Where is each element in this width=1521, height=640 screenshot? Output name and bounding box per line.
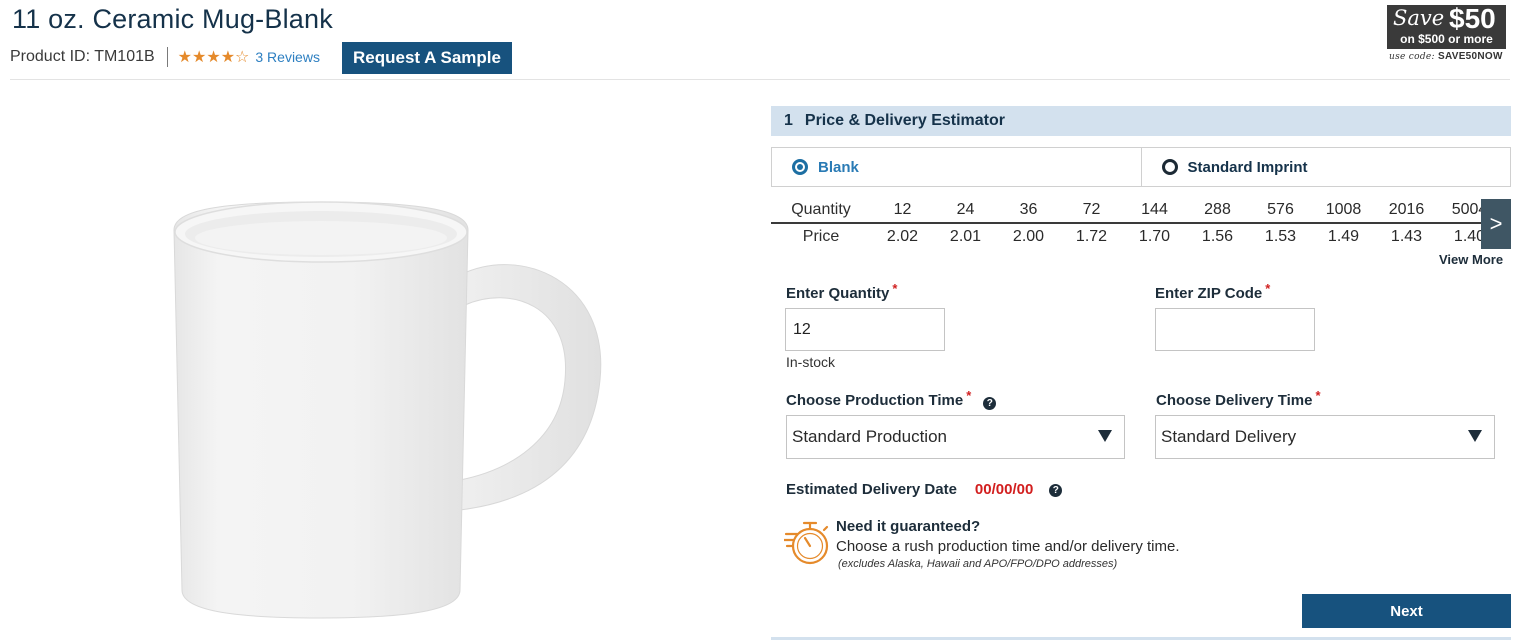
- product-meta: Product ID: TM101B ★ ★ ★ ★ ☆ 3 Reviews: [10, 47, 320, 67]
- zip-label: Enter ZIP Code *: [1155, 281, 1270, 302]
- product-image[interactable]: [160, 190, 620, 630]
- step-number: 1: [784, 112, 793, 129]
- mug-illustration: [173, 201, 602, 619]
- promo-code: use code: SAVE50NOW: [1389, 51, 1503, 62]
- enter-quantity-text: Enter Quantity: [786, 285, 890, 302]
- estimated-delivery: Estimated Delivery Date 00/00/00 ?: [786, 481, 1063, 498]
- required-mark: *: [892, 281, 898, 296]
- price-cell: 1.72: [1075, 227, 1108, 245]
- caret-down-icon: [1098, 430, 1112, 442]
- required-mark: *: [966, 388, 972, 403]
- quantity-cell: 288: [1204, 201, 1231, 218]
- production-time-label: Choose Production Time *?: [786, 388, 997, 410]
- request-sample-button[interactable]: Request A Sample: [342, 42, 512, 74]
- quantity-cell: 144: [1141, 201, 1168, 218]
- price-cell: 2.00: [1012, 227, 1045, 245]
- delivery-time-label: Choose Delivery Time *: [1156, 388, 1321, 409]
- promo-code-value: SAVE50NOW: [1437, 51, 1503, 62]
- quantity-header: Quantity: [791, 201, 851, 218]
- imprint-options: Blank Standard Imprint: [771, 147, 1511, 187]
- promo-amount: $50: [1449, 3, 1496, 34]
- rating-stars[interactable]: ★ ★ ★ ★ ☆: [178, 47, 250, 67]
- option-standard-imprint[interactable]: Standard Imprint: [1140, 148, 1511, 186]
- help-icon[interactable]: ?: [983, 397, 997, 410]
- quantity-cell: 1008: [1325, 201, 1362, 218]
- help-icon[interactable]: ?: [1049, 484, 1063, 497]
- product-title: 11 oz. Ceramic Mug-Blank: [12, 4, 333, 34]
- meta-divider: [166, 47, 168, 67]
- quantity-row: Quantity 12 24 36 72 144 288 576 1008 20…: [771, 198, 1511, 224]
- quantity-input[interactable]: [785, 308, 945, 351]
- quantity-cell: 72: [1082, 201, 1101, 218]
- promo-badge[interactable]: Save $50 on $500 or more: [1387, 3, 1506, 49]
- zip-label-text: Enter ZIP Code: [1155, 285, 1263, 302]
- estimator-header: 1 Price & Delivery Estimator: [771, 106, 1511, 136]
- option-blank[interactable]: Blank: [772, 148, 1141, 186]
- production-time-text: Choose Production Time: [786, 392, 964, 409]
- estimated-delivery-label: Estimated Delivery Date: [786, 481, 957, 498]
- required-mark: *: [1265, 281, 1271, 296]
- price-header: Price: [802, 227, 840, 245]
- quantity-cell: 576: [1267, 201, 1294, 218]
- price-cell: 1.49: [1327, 227, 1360, 245]
- promo-save-text: Save: [1393, 6, 1445, 30]
- guarantee-note: (excludes Alaska, Hawaii and APO/FPO/DPO…: [838, 558, 1118, 570]
- zip-input[interactable]: [1155, 308, 1315, 351]
- star-icon: ★: [192, 49, 207, 66]
- star-icon: ★: [220, 49, 236, 66]
- delivery-time-select[interactable]: Standard Delivery: [1155, 415, 1495, 459]
- star-half-icon: ☆: [235, 49, 250, 66]
- production-time-value: Standard Production: [792, 427, 947, 446]
- estimator-title: Price & Delivery Estimator: [804, 112, 1005, 129]
- price-cell: 1.53: [1264, 227, 1297, 245]
- promo-condition: on $500 or more: [1400, 32, 1493, 46]
- caret-down-icon: [1468, 430, 1482, 442]
- price-table: Quantity 12 24 36 72 144 288 576 1008 20…: [771, 198, 1511, 249]
- price-row: Price 2.02 2.01 2.00 1.72 1.70 1.56 1.53…: [771, 224, 1511, 249]
- guarantee-title: Need it guaranteed?: [836, 518, 981, 535]
- quantity-cell: 24: [956, 201, 975, 218]
- delivery-time-text: Choose Delivery Time: [1156, 392, 1313, 409]
- price-cell: 1.56: [1201, 227, 1234, 245]
- quantity-cell: 36: [1019, 201, 1038, 218]
- quantity-cell: 2016: [1388, 201, 1425, 218]
- option-standard-imprint-label: Standard Imprint: [1187, 158, 1308, 176]
- guarantee-text: Choose a rush production time and/or del…: [836, 538, 1180, 555]
- chevron-right-icon[interactable]: >: [1481, 199, 1511, 249]
- estimated-delivery-value: 00/00/00: [974, 481, 1034, 498]
- option-blank-label: Blank: [818, 158, 859, 176]
- required-mark: *: [1315, 388, 1321, 403]
- price-cell: 2.02: [886, 227, 919, 245]
- stock-status: In-stock: [786, 354, 836, 370]
- product-id: Product ID: TM101B: [10, 48, 155, 65]
- enter-quantity-label: Enter Quantity *: [786, 281, 897, 302]
- star-icon: ★: [206, 49, 221, 66]
- quantity-cell: 12: [893, 201, 912, 218]
- price-cell: 1.43: [1390, 227, 1423, 245]
- price-cell: 1.70: [1138, 227, 1171, 245]
- promo-code-prefix: use code:: [1389, 52, 1435, 62]
- next-button[interactable]: Next: [1302, 594, 1511, 628]
- reviews-link[interactable]: 3 Reviews: [255, 49, 320, 65]
- price-cell: 2.01: [949, 227, 982, 245]
- radio-selected-icon: [792, 159, 808, 175]
- stopwatch-icon: [784, 521, 829, 565]
- header-divider: [10, 79, 1510, 80]
- star-icon: ★: [177, 49, 192, 66]
- delivery-time-value: Standard Delivery: [1161, 427, 1297, 446]
- production-time-select[interactable]: Standard Production: [786, 415, 1125, 459]
- view-more-link[interactable]: View More: [1439, 252, 1503, 267]
- radio-unselected-icon: [1161, 159, 1178, 175]
